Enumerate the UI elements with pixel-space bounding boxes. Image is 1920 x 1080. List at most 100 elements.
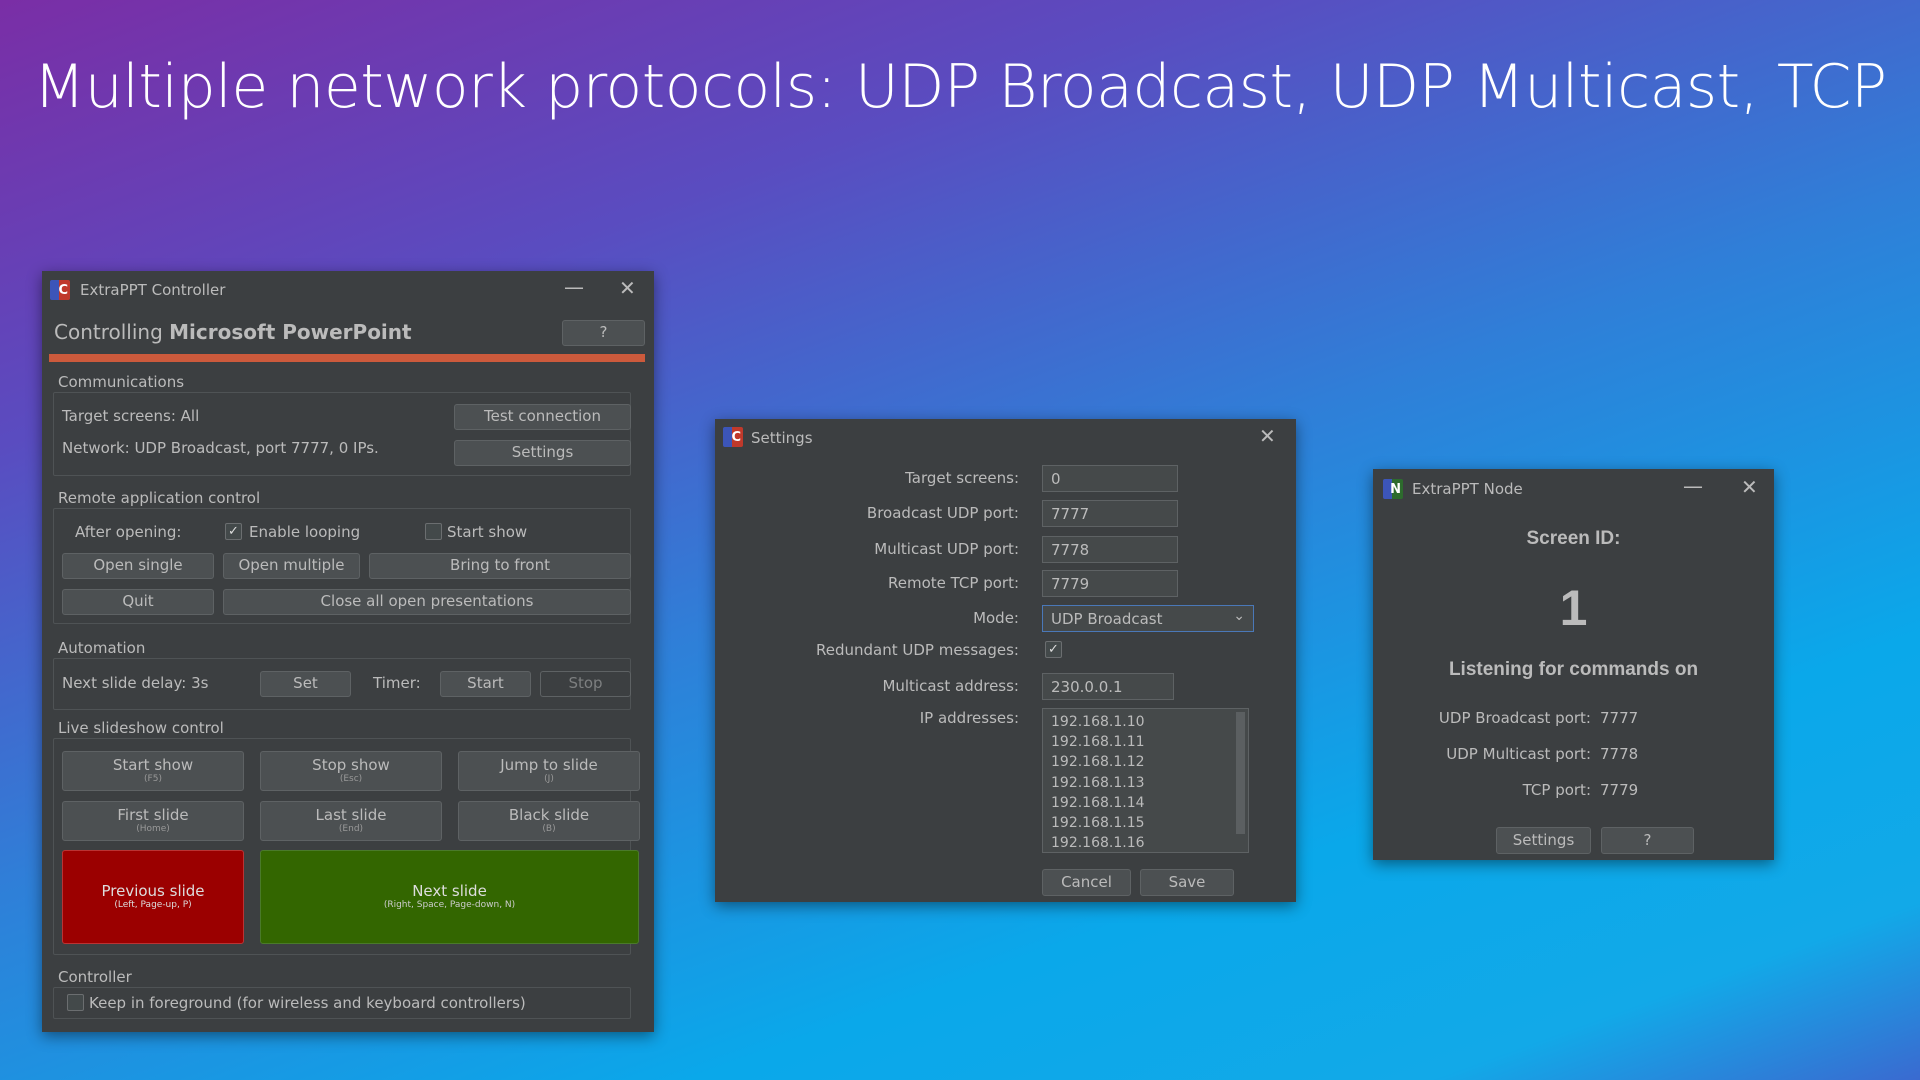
broadcast-port-input[interactable]: 7777: [1042, 500, 1178, 527]
timer-stop-button[interactable]: Stop: [540, 671, 631, 697]
first-slide-button[interactable]: First slide (Home): [62, 801, 244, 841]
quit-button[interactable]: Quit: [62, 589, 214, 615]
ip-list-item[interactable]: 192.168.1.16: [1051, 833, 1240, 853]
redundant-label: Redundant UDP messages:: [815, 641, 1019, 659]
window-title: ExtraPPT Node: [1412, 480, 1523, 498]
enable-looping-checkbox[interactable]: ✓: [225, 523, 242, 540]
stop-show-label: Stop show: [312, 756, 390, 775]
ip-list-item[interactable]: 192.168.1.13: [1051, 773, 1240, 793]
redundant-checkbox[interactable]: ✓: [1045, 641, 1062, 658]
start-show-label: Start show: [112, 756, 194, 775]
first-slide-label: First slide: [117, 806, 189, 825]
ip-list-item[interactable]: 192.168.1.10: [1051, 712, 1240, 732]
broadcast-port-label: Broadcast UDP port:: [866, 504, 1019, 522]
last-slide-key: (End): [338, 824, 364, 835]
stop-show-button[interactable]: Stop show (Esc): [260, 751, 442, 791]
ip-list-item[interactable]: 192.168.1.11: [1051, 732, 1240, 752]
stop-show-key: (Esc): [339, 774, 363, 785]
port-label: UDP Multicast port:: [1446, 745, 1591, 763]
ip-list-item[interactable]: 192.168.1.12: [1051, 752, 1240, 772]
port-label: TCP port:: [1522, 781, 1591, 799]
listening-heading: Listening for commands on: [1448, 659, 1699, 680]
next-slide-key: (Right, Space, Page-down, N): [383, 900, 516, 911]
node-help-button[interactable]: ?: [1601, 827, 1694, 854]
start-show-key: (F5): [144, 774, 162, 785]
keep-foreground-label: Keep in foreground (for wireless and key…: [89, 994, 526, 1012]
save-button[interactable]: Save: [1140, 869, 1234, 896]
screen-id-label: Screen ID:: [1526, 528, 1621, 549]
set-button[interactable]: Set: [260, 671, 351, 697]
tcp-port-input[interactable]: 7779: [1042, 570, 1178, 597]
timer-start-button[interactable]: Start: [440, 671, 531, 697]
app-name: Microsoft PowerPoint: [169, 320, 412, 344]
jump-to-slide-label: Jump to slide: [500, 756, 598, 775]
next-slide-button[interactable]: Next slide (Right, Space, Page-down, N): [260, 850, 639, 944]
controller-group-label: Controller: [58, 968, 138, 986]
app-icon: C: [723, 427, 743, 447]
black-slide-button[interactable]: Black slide (B): [458, 801, 640, 841]
start-show-button[interactable]: Start show (F5): [62, 751, 244, 791]
multicast-address-label: Multicast address:: [882, 677, 1019, 695]
port-value: 7778: [1600, 745, 1639, 763]
delay-text: Next slide delay: 3s: [62, 674, 209, 692]
app-icon: N: [1383, 479, 1403, 499]
ip-addresses-list[interactable]: 192.168.1.10 192.168.1.11 192.168.1.12 192.…: [1042, 708, 1249, 853]
target-screens-input[interactable]: 0: [1042, 465, 1178, 492]
first-slide-key: (Home): [136, 824, 170, 835]
multicast-address-input[interactable]: 230.0.0.1: [1042, 673, 1174, 700]
ip-list-item[interactable]: 192.168.1.15: [1051, 813, 1240, 833]
timer-label: Timer:: [373, 674, 421, 692]
open-multiple-button[interactable]: Open multiple: [223, 553, 360, 579]
status-bar: [49, 354, 645, 362]
target-screens-label: Target screens:: [905, 469, 1019, 487]
close-all-button[interactable]: Close all open presentations: [223, 589, 631, 615]
minimize-icon[interactable]: —: [1683, 474, 1703, 498]
next-slide-label: Next slide: [412, 882, 487, 901]
last-slide-button[interactable]: Last slide (End): [260, 801, 442, 841]
node-window: N ExtraPPT Node — ✕ Screen ID: 1 Listeni…: [1373, 469, 1774, 860]
close-icon[interactable]: ✕: [619, 276, 636, 300]
remote-control-label: Remote application control: [58, 489, 267, 507]
node-settings-button[interactable]: Settings: [1496, 827, 1591, 854]
window-title: Settings: [751, 429, 813, 447]
scrollbar[interactable]: [1236, 712, 1245, 834]
start-show-checkbox[interactable]: [425, 523, 442, 540]
window-title: ExtraPPT Controller: [80, 281, 226, 299]
multicast-port-label: Multicast UDP port:: [874, 540, 1019, 558]
headline: Multiple network protocols: UDP Broadcas…: [33, 52, 1887, 122]
jump-to-slide-key: (J): [544, 774, 554, 785]
automation-label: Automation: [58, 639, 152, 657]
settings-button[interactable]: Settings: [454, 440, 631, 466]
previous-slide-button[interactable]: Previous slide (Left, Page-up, P): [62, 850, 244, 944]
cancel-button[interactable]: Cancel: [1042, 869, 1131, 896]
live-control-label: Live slideshow control: [58, 719, 230, 737]
jump-to-slide-button[interactable]: Jump to slide (J): [458, 751, 640, 791]
ip-list-item[interactable]: 192.168.1.14: [1051, 793, 1240, 813]
help-button[interactable]: ?: [562, 320, 645, 346]
app-icon: C: [50, 280, 70, 300]
multicast-port-input[interactable]: 7778: [1042, 536, 1178, 563]
controlling-header: Controlling Microsoft PowerPoint: [54, 320, 412, 344]
keep-foreground-checkbox[interactable]: [67, 994, 84, 1011]
after-opening-label: After opening:: [75, 523, 182, 541]
tcp-port-label: Remote TCP port:: [887, 574, 1019, 592]
open-single-button[interactable]: Open single: [62, 553, 214, 579]
port-value: 7779: [1600, 781, 1639, 799]
close-icon[interactable]: ✕: [1741, 475, 1758, 499]
mode-value: UDP Broadcast: [1051, 610, 1163, 628]
settings-window: C Settings ✕ Target screens: 0 Broadcast…: [715, 419, 1296, 902]
controller-window: C ExtraPPT Controller — ✕ Controlling Mi…: [42, 271, 654, 1032]
close-icon[interactable]: ✕: [1259, 424, 1276, 448]
black-slide-label: Black slide: [508, 806, 590, 825]
test-connection-button[interactable]: Test connection: [454, 404, 631, 430]
communications-label: Communications: [58, 373, 191, 391]
bring-to-front-button[interactable]: Bring to front: [369, 553, 631, 579]
minimize-icon[interactable]: —: [564, 275, 584, 299]
previous-slide-label: Previous slide: [101, 882, 205, 901]
ip-addresses-label: IP addresses:: [919, 709, 1019, 727]
black-slide-key: (B): [542, 824, 556, 835]
previous-slide-key: (Left, Page-up, P): [114, 900, 192, 911]
start-show-label: Start show: [447, 523, 528, 541]
mode-select[interactable]: UDP Broadcast ⌄: [1042, 605, 1254, 632]
mode-label: Mode:: [973, 609, 1019, 627]
